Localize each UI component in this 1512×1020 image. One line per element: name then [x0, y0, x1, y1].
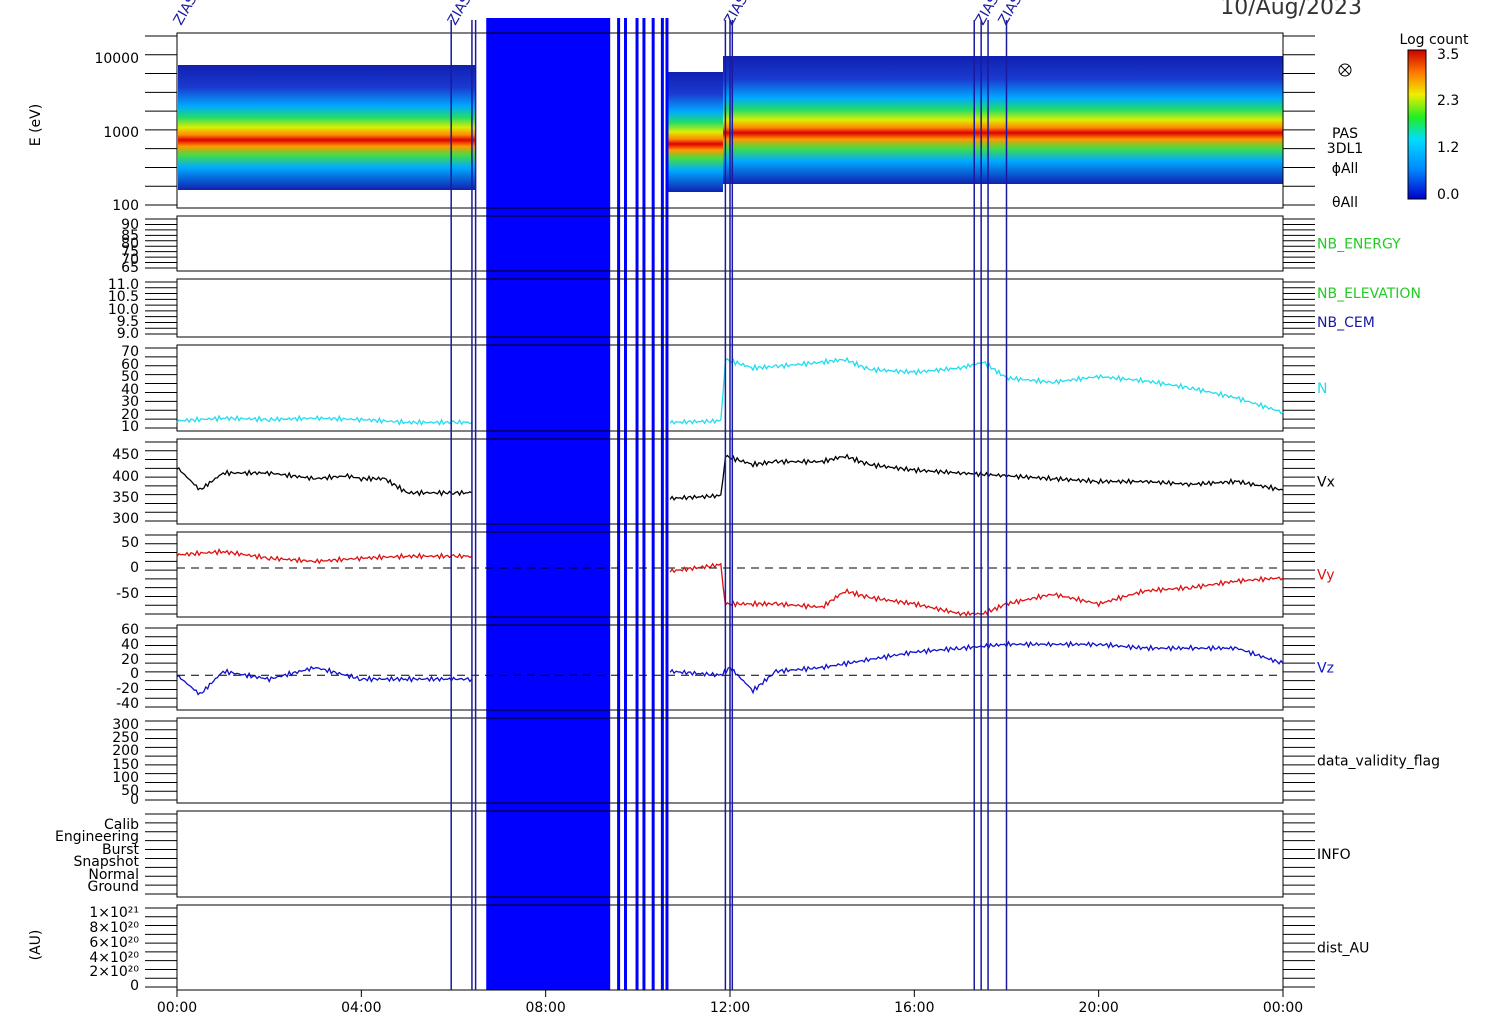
y-tick-label: 1×10²¹ [89, 905, 139, 921]
right-label: NB_ENERGY [1317, 237, 1401, 253]
y-tick-label: 0 [130, 666, 139, 682]
right-label: PAS [1332, 126, 1358, 142]
x-tick-label: 04:00 [341, 1000, 381, 1016]
data-gap-stripe [642, 18, 646, 990]
y-tick-label: 350 [112, 490, 139, 506]
date-label: 10/Aug/2023 [1220, 0, 1362, 20]
y-tick-label: 100 [112, 198, 139, 214]
data-gaps [486, 18, 669, 990]
vx-panel: 450 400 350 300 Vx [112, 438, 1335, 527]
x-tick-label: 12:00 [710, 1000, 750, 1016]
data-validity-panel: 300250200150100500data_validity_flag [112, 717, 1440, 808]
stacked-time-series-chart: 10/Aug/2023 Log count 3.5 2.3 1.2 0.0 E … [28, 0, 1469, 1016]
y-tick-label: 10000 [94, 51, 139, 67]
series-line-vy [176, 548, 473, 565]
nb-elevation-cem-panel: 11.010.510.09.59.0NB_ELEVATIONNB_CEM [108, 277, 1421, 342]
x-tick-label: 20:00 [1078, 1000, 1118, 1016]
right-label: Vx [1317, 475, 1335, 491]
time-axis: 00:00 04:00 08:00 12:00 16:00 20:00 00:00 [157, 990, 1303, 1016]
y-tick-label: 1000 [103, 125, 139, 141]
x-tick-label: 00:00 [1263, 1000, 1303, 1016]
colorbar-tick: 2.3 [1437, 93, 1459, 109]
y-tick-label: 300 [112, 511, 139, 527]
data-gap-stripe [660, 18, 664, 990]
series-line-vx [669, 453, 1284, 501]
y-tick-label: Ground [88, 879, 140, 895]
y-axis-label-energy: E (eV) [28, 104, 44, 146]
right-label: N [1317, 381, 1327, 397]
right-label: θAll [1332, 195, 1358, 211]
series-line-vy [669, 562, 1284, 617]
spectrogram-data-3 [723, 56, 1283, 184]
right-label: NB_ELEVATION [1317, 286, 1421, 302]
right-label: ϕAll [1332, 161, 1359, 177]
colorbar-title: Log count [1400, 32, 1469, 48]
spectrogram-data-2 [668, 72, 723, 192]
y-tick-label: 0 [130, 978, 139, 994]
y-tick-label: 60 [121, 622, 139, 638]
density-panel: 70605040302010N [121, 344, 1327, 435]
right-label: Vz [1317, 661, 1334, 677]
y-tick-label: -50 [116, 586, 139, 602]
data-gap-stripe [617, 18, 621, 990]
y-tick-label: 65 [121, 260, 139, 276]
series-line-vx [176, 467, 473, 497]
y-tick-label: 0 [130, 792, 139, 808]
right-label: Vy [1317, 568, 1335, 584]
right-label: dist_AU [1317, 941, 1369, 957]
series-line-n [669, 356, 1284, 425]
y-tick-label: 8×10²⁰ [89, 920, 139, 936]
right-label: NB_CEM [1317, 315, 1375, 331]
y-tick-label: 450 [112, 447, 139, 463]
x-tick-label: 16:00 [894, 1000, 934, 1016]
right-label: INFO [1317, 847, 1351, 863]
data-gap-stripe [624, 18, 628, 990]
y-tick-label: 400 [112, 469, 139, 485]
y-tick-label: 0 [130, 560, 139, 576]
nb-energy-panel: 908580757065NB_ENERGY [121, 215, 1401, 276]
series-line-n [176, 414, 473, 427]
y-tick-label: 50 [121, 535, 139, 551]
y-tick-label: 9.0 [117, 326, 139, 342]
event-marker-label: ZIAS [445, 0, 475, 28]
y-tick-label: -40 [116, 696, 139, 712]
colorbar-tick: 3.5 [1437, 47, 1459, 63]
spectrogram-data-1 [178, 65, 476, 190]
colorbar-tick: 1.2 [1437, 140, 1459, 156]
right-label: 3DL1 [1327, 141, 1363, 157]
series-line-vz [669, 640, 1284, 695]
colorbar: Log count 3.5 2.3 1.2 0.0 [1400, 32, 1469, 203]
direction-symbol [1338, 63, 1352, 77]
x-tick-label: 08:00 [525, 1000, 565, 1016]
y-tick-label: 10 [121, 419, 139, 435]
y-tick-label: 40 [121, 637, 139, 653]
y-tick-label: 6×10²⁰ [89, 935, 139, 951]
y-axis-label-au: (AU) [28, 930, 44, 961]
colorbar-tick: 0.0 [1437, 187, 1459, 203]
info-panel: CalibEngineeringBurstSnapshotNormalGroun… [55, 810, 1351, 898]
colorbar-gradient [1407, 49, 1427, 200]
data-gap-stripe [651, 18, 655, 990]
series-line-vz [176, 665, 473, 696]
data-gap-stripe [635, 18, 639, 990]
event-marker-label: ZIAS [171, 0, 201, 28]
y-tick-label: -20 [116, 681, 139, 697]
data-gap-block [486, 18, 611, 990]
right-label: data_validity_flag [1317, 754, 1440, 770]
x-tick-label: 00:00 [157, 1000, 197, 1016]
data-gap-stripe [665, 18, 669, 990]
